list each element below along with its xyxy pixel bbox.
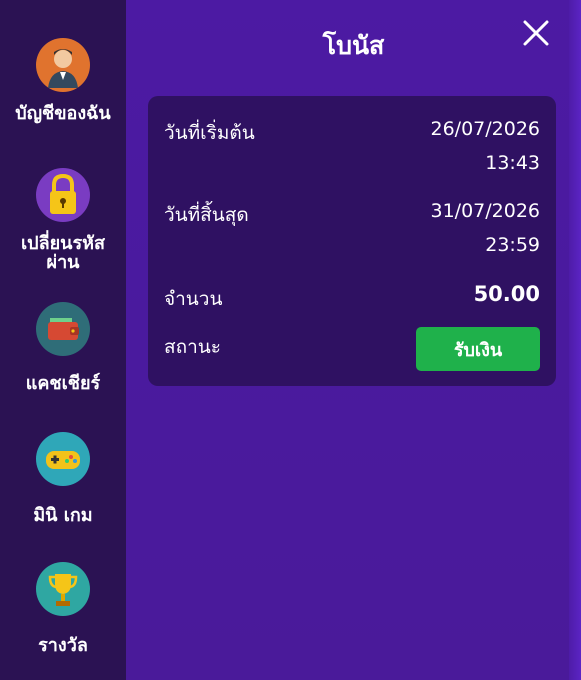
close-icon[interactable]: [519, 16, 553, 50]
sidebar-item-label: รางวัล: [38, 635, 88, 656]
bonus-card: วันที่เริ่มต้น 26/07/2026 13:43 วันที่สิ…: [148, 96, 556, 386]
padlock-icon: [36, 168, 90, 222]
end-date-label: วันที่สิ้นสุด: [164, 204, 249, 226]
sidebar-item-mini-game[interactable]: มินิ เกม: [0, 432, 126, 525]
sidebar: บัญชีของฉัน เปลี่ยนรหัสผ่าน แคชเชียร์ มิ…: [0, 0, 126, 680]
sidebar-item-cashier[interactable]: แคชเชียร์: [0, 302, 126, 393]
page-title: โบนัส: [322, 31, 385, 60]
bonus-panel: โบนัส วันที่เริ่มต้น 26/07/2026 13:43 วั…: [126, 0, 581, 680]
status-label: สถานะ: [164, 336, 221, 358]
trophy-icon: [36, 562, 90, 616]
sidebar-item-change-password[interactable]: เปลี่ยนรหัสผ่าน: [0, 168, 126, 272]
user-avatar-icon: [36, 38, 90, 92]
sidebar-item-rewards[interactable]: รางวัล: [0, 562, 126, 655]
amount-value: 50.00: [473, 282, 540, 306]
wallet-icon: [36, 302, 90, 356]
claim-button[interactable]: รับเงิน: [416, 327, 540, 371]
sidebar-item-label: เปลี่ยนรหัสผ่าน: [21, 233, 105, 273]
sidebar-item-label: บัญชีของฉัน: [15, 103, 111, 124]
start-date-label: วันที่เริ่มต้น: [164, 122, 255, 144]
end-time-value: 23:59: [485, 234, 540, 256]
panel-edge: [569, 0, 581, 680]
end-date-value: 31/07/2026: [430, 200, 540, 222]
gamepad-icon: [36, 432, 90, 486]
sidebar-item-label: แคชเชียร์: [25, 373, 101, 394]
amount-label: จำนวน: [164, 288, 223, 310]
start-date-value: 26/07/2026: [430, 118, 540, 140]
sidebar-item-label: มินิ เกม: [33, 505, 93, 526]
start-time-value: 13:43: [485, 152, 540, 174]
sidebar-item-my-account[interactable]: บัญชีของฉัน: [0, 38, 126, 123]
